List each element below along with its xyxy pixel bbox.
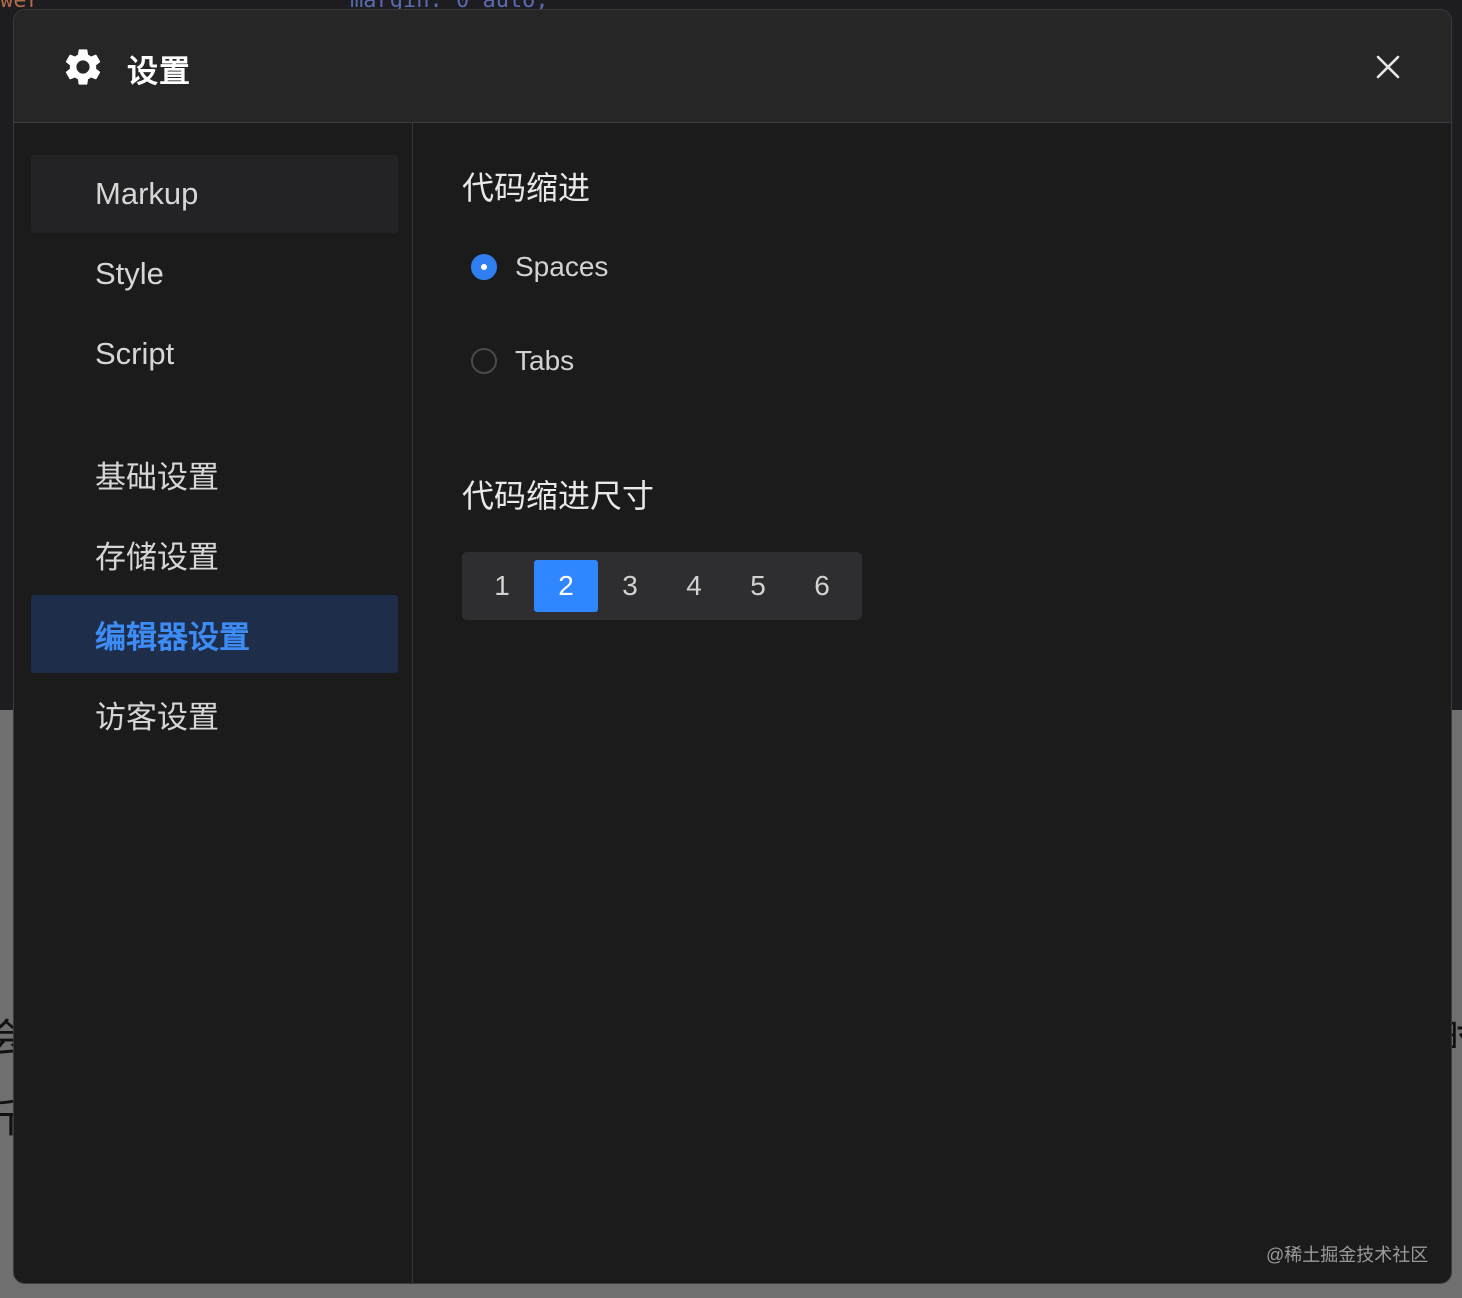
- sidebar-item-storage-settings[interactable]: 存储设置: [31, 515, 398, 593]
- sidebar-item-markup[interactable]: Markup: [31, 155, 398, 233]
- sidebar-item-label: 存储设置: [95, 539, 219, 575]
- settings-sidebar: Markup Style Script 基础设置 存储设置 编辑器设置 访客设置: [14, 123, 413, 1283]
- indent-size-option[interactable]: 1: [470, 560, 534, 612]
- indent-size-option[interactable]: 3: [598, 560, 662, 612]
- sidebar-item-label: Script: [95, 336, 175, 371]
- radio-button-checked[interactable]: [471, 254, 497, 280]
- indent-size-option[interactable]: 6: [790, 560, 854, 612]
- close-button[interactable]: [1366, 45, 1410, 89]
- indent-section-title: 代码缩进: [462, 170, 591, 206]
- sidebar-item-basic-settings[interactable]: 基础设置: [31, 435, 398, 513]
- indent-size-option-selected[interactable]: 2: [534, 560, 598, 612]
- sidebar-item-style[interactable]: Style: [31, 235, 398, 313]
- indent-size-option[interactable]: 4: [662, 560, 726, 612]
- radio-button[interactable]: [471, 348, 497, 374]
- sidebar-item-label: 编辑器设置: [95, 619, 250, 655]
- sidebar-item-label: 访客设置: [95, 699, 219, 735]
- radio-label: Tabs: [515, 345, 575, 376]
- gear-icon: [61, 45, 105, 89]
- radio-option-spaces[interactable]: Spaces: [471, 251, 608, 283]
- sidebar-item-script[interactable]: Script: [31, 315, 398, 393]
- dialog-title: 设置: [127, 54, 191, 89]
- dialog-header: 设置: [14, 10, 1451, 123]
- sidebar-item-label: Style: [95, 256, 164, 291]
- sidebar-item-visitor-settings[interactable]: 访客设置: [31, 675, 398, 753]
- indent-size-option[interactable]: 5: [726, 560, 790, 612]
- sidebar-item-label: 基础设置: [95, 459, 219, 495]
- settings-content: 代码缩进 Spaces Tabs 代码缩进尺寸 1 2 3 4 5 6: [413, 123, 1451, 1283]
- settings-dialog: 设置 Markup Style Script 基础设置 存储设置 编辑器设置 访…: [13, 9, 1452, 1284]
- radio-label: Spaces: [515, 251, 609, 282]
- indent-size-section-title: 代码缩进尺寸: [462, 478, 655, 514]
- sidebar-item-label: Markup: [95, 176, 199, 211]
- watermark: @稀土掘金技术社区: [1266, 1245, 1429, 1265]
- radio-option-tabs[interactable]: Tabs: [471, 345, 574, 377]
- close-icon: [1376, 55, 1400, 79]
- sidebar-item-editor-settings[interactable]: 编辑器设置: [31, 595, 398, 673]
- indent-size-segmented-control: 1 2 3 4 5 6: [462, 552, 862, 620]
